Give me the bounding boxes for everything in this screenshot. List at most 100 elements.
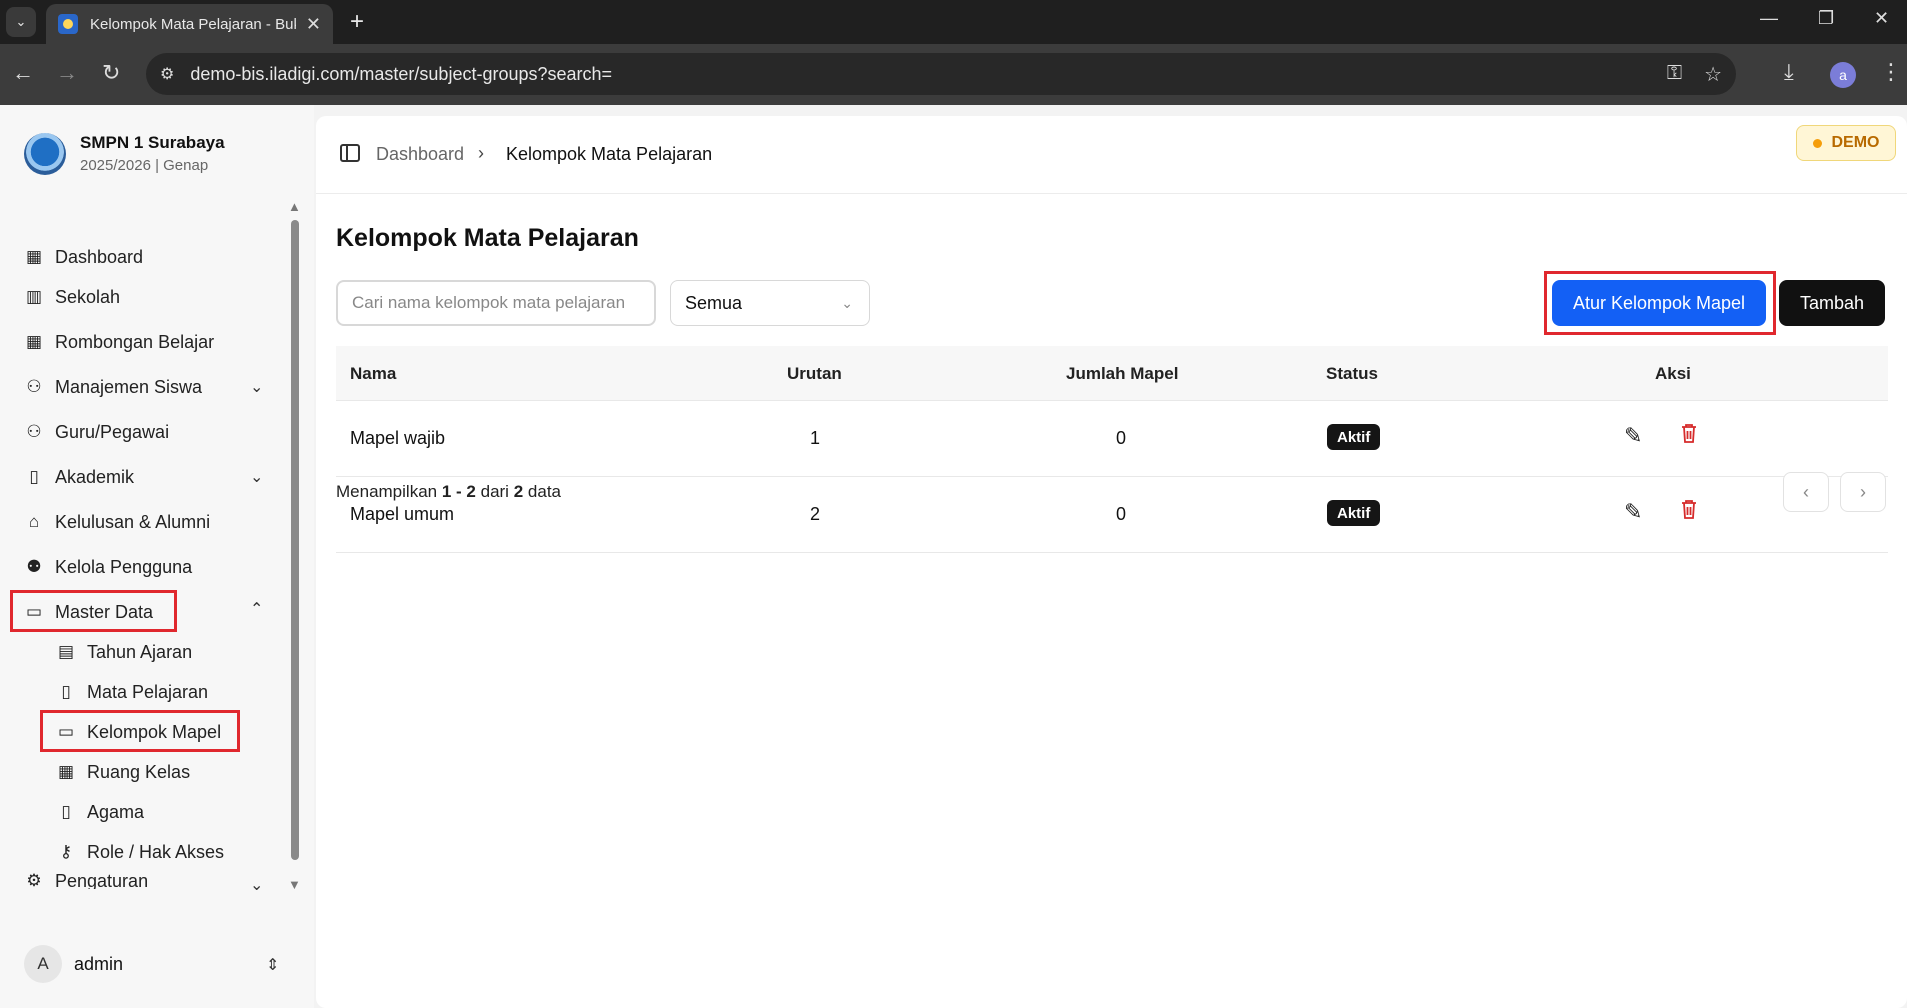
delete-trash-icon[interactable] [1681,499,1697,519]
reload-icon[interactable]: ↻ [102,60,120,86]
avatar: A [24,945,62,983]
status-dot-icon [1812,138,1822,148]
summary-range: 1 - 2 [441,482,476,501]
summary-total: 2 [513,482,524,501]
bookmark-star-icon[interactable]: ☆ [1704,62,1722,87]
users-icon: ⚇ [26,422,42,441]
user-menu[interactable]: A admin [24,945,123,983]
table-row: Mapel wajib 1 0 Aktif ✎ [336,401,1888,477]
close-tab-icon[interactable]: ✕ [306,14,321,35]
breadcrumb-dashboard[interactable]: Dashboard [376,144,464,165]
summary-prefix: Menampilkan [336,482,438,501]
sidebar-subitem-agama[interactable]: ▯ Agama [56,796,144,828]
back-icon[interactable]: ← [12,60,34,86]
search-input[interactable] [336,280,656,326]
sidebar-item-akademik[interactable]: ▯ Akademik [24,461,134,493]
sidebar-item-label: Kelulusan & Alumni [55,511,211,532]
column-header-jumlah-mapel[interactable]: Jumlah Mapel [1066,364,1178,384]
status-filter-select[interactable]: Semua ⌄ [670,280,870,326]
pagination-summary: Menampilkan 1 - 2 dari 2 data [336,482,561,502]
chevron-down-icon: ⌄ [841,294,853,311]
calendar-icon: ▤ [57,642,75,661]
tab-search-button[interactable]: ⌄ [6,7,36,37]
download-icon[interactable]: ⤓ [1784,59,1794,85]
gear-icon: ⚙ [26,871,42,889]
sidebar-subitem-ruang-kelas[interactable]: ▦ Ruang Kelas [56,756,190,788]
tambah-button[interactable]: Tambah [1779,280,1885,326]
chevron-up-down-icon[interactable]: ⇕ [266,955,279,975]
new-tab-icon[interactable]: + [350,8,364,36]
building-icon: ▥ [25,287,43,306]
forward-icon[interactable]: → [56,60,78,86]
profile-avatar[interactable]: a [1830,62,1856,88]
edit-pencil-icon[interactable]: ✎ [1624,499,1642,525]
sidebar-item-dashboard[interactable]: ▦ Dashboard [24,241,143,273]
sidebar-item-sekolah[interactable]: ▥ Sekolah [24,281,120,313]
column-header-nama[interactable]: Nama [350,364,396,384]
column-header-status[interactable]: Status [1326,364,1378,384]
grid-icon: ▦ [25,332,43,351]
cell-nama: Mapel wajib [350,428,446,448]
sidebar-item-label: Rombongan Belajar [55,331,215,352]
sidebar-item-kelulusan-alumni[interactable]: ⌂ Kelulusan & Alumni [24,506,210,538]
sidebar-item-kelola-pengguna[interactable]: ⚉ Kelola Pengguna [24,551,192,583]
highlight-box-master-data [10,590,177,632]
minimize-icon[interactable]: — [1760,8,1778,29]
url-text: demo-bis.iladigi.com/master/subject-grou… [190,63,613,84]
graduation-cap-icon: ⌂ [28,512,40,531]
sidebar-scrollbar[interactable] [291,220,299,860]
sidebar-item-label: Akademik [55,466,135,487]
close-window-icon[interactable]: ✕ [1874,8,1889,29]
sidebar-item-manajemen-siswa[interactable]: ⚇ Manajemen Siswa [24,371,202,403]
school-logo [24,133,66,175]
scroll-up-icon[interactable]: ▲ [288,199,301,214]
book-icon: ▯ [61,802,71,821]
chevron-up-icon[interactable]: ⌃ [250,599,263,619]
sidebar-item-label: Dashboard [55,246,144,267]
restore-icon[interactable]: ❐ [1818,8,1834,29]
cell-nama: Mapel umum [350,504,455,524]
scroll-down-icon[interactable]: ▼ [288,877,301,892]
sidebar-subitem-tahun-ajaran[interactable]: ▤ Tahun Ajaran [56,636,192,668]
column-header-urutan[interactable]: Urutan [787,364,842,384]
chevron-down-icon[interactable]: ⌄ [250,377,263,397]
demo-badge: DEMO [1796,125,1896,161]
column-header-aksi: Aksi [1655,364,1691,383]
summary-suffix: data [527,482,561,501]
key-icon: ⚷ [59,842,73,861]
address-bar[interactable]: ⚙ demo-bis.iladigi.com/master/subject-gr… [146,53,1736,95]
browser-menu-icon[interactable]: ⋮ [1880,59,1902,85]
page-title: Kelompok Mata Pelajaran [336,224,639,252]
sidebar-item-rombongan-belajar[interactable]: ▦ Rombongan Belajar [24,326,214,358]
browser-toolbar: ← → ↻ ⚙ demo-bis.iladigi.com/master/subj… [0,44,1907,105]
status-badge: Aktif [1327,500,1381,526]
subject-group-table: Nama Urutan Jumlah Mapel Status Aksi Map… [336,346,1888,553]
chevron-down-icon[interactable]: ⌄ [250,875,263,895]
sidebar-subitem-label: Role / Hak Akses [87,841,225,862]
prev-page-button[interactable]: ‹ [1783,472,1829,512]
delete-trash-icon[interactable] [1681,423,1697,443]
sidebar-toggle-icon[interactable] [340,144,360,162]
next-page-button[interactable]: › [1840,472,1886,512]
page-header: Dashboard › Kelompok Mata Pelajaran DEMO [316,116,1907,194]
sidebar-subitem-mata-pelajaran[interactable]: ▯ Mata Pelajaran [56,676,208,708]
sidebar-item-label: Sekolah [55,286,121,307]
table-header: Nama Urutan Jumlah Mapel Status Aksi [336,346,1888,401]
user-name: admin [74,953,124,974]
summary-of: dari [480,482,509,501]
edit-pencil-icon[interactable]: ✎ [1624,423,1642,449]
tab-title: Kelompok Mata Pelajaran - Buk [90,15,296,33]
cell-urutan: 1 [810,428,821,448]
browser-tabbar: ⌄ Kelompok Mata Pelajaran - Buk ✕ + — ❐ … [0,0,1907,44]
sidebar-item-guru-pegawai[interactable]: ⚇ Guru/Pegawai [24,416,169,448]
browser-tab[interactable]: Kelompok Mata Pelajaran - Buk ✕ [46,4,333,44]
site-info-icon[interactable]: ⚙ [160,64,174,84]
sidebar-item-pengaturan[interactable]: ⚙ Pengaturan [24,871,148,889]
sidebar-item-label: Manajemen Siswa [55,376,203,397]
chevron-down-icon[interactable]: ⌄ [250,467,263,487]
filter-value: Semua [685,292,743,313]
password-key-icon[interactable]: ⚿ [1667,62,1682,87]
sidebar-subitem-role-hak-akses[interactable]: ⚷ Role / Hak Akses [56,836,224,868]
sidebar-subitem-label: Agama [87,801,145,822]
school-year: 2025/2026 | Genap [80,157,209,174]
